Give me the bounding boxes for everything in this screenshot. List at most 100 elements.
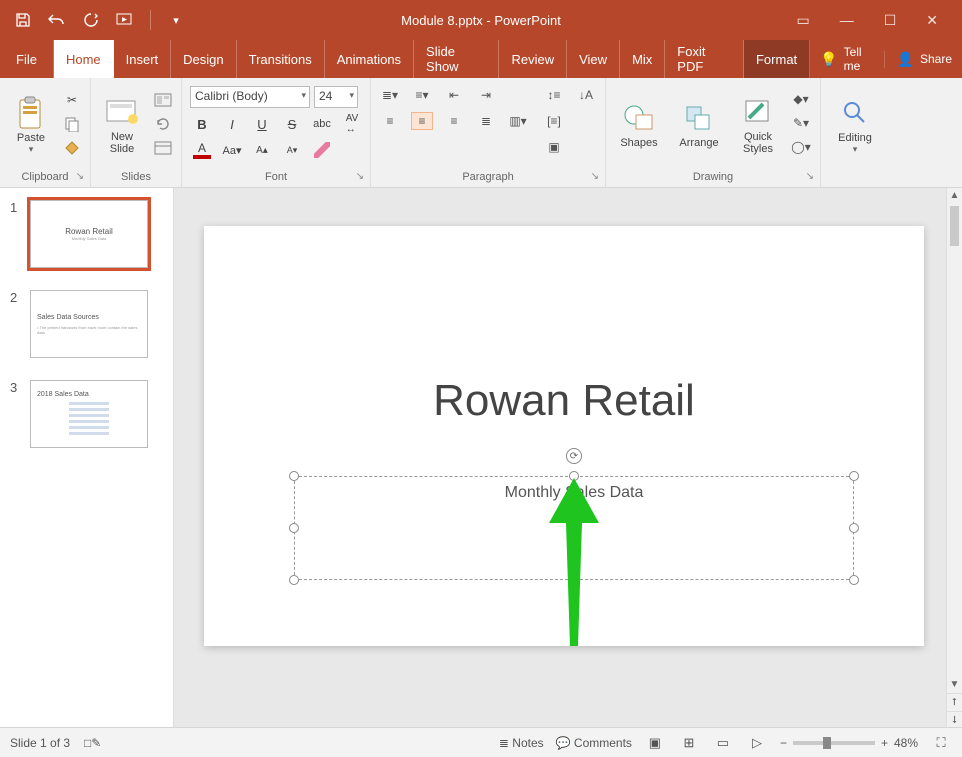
layout-icon[interactable]: [153, 92, 173, 108]
shapes-button[interactable]: Shapes: [614, 86, 664, 164]
slideshow-view-icon[interactable]: ▷: [746, 733, 768, 753]
align-text-button[interactable]: [≡]: [543, 112, 565, 130]
share-button[interactable]: 👤 Share: [884, 51, 952, 68]
slide-counter[interactable]: Slide 1 of 3: [10, 736, 70, 750]
character-spacing-button[interactable]: AV↔: [342, 114, 362, 134]
shape-fill-button[interactable]: ◆▾: [790, 90, 812, 108]
rotation-handle-icon[interactable]: ⟳: [566, 448, 582, 464]
align-right-button[interactable]: ≡: [443, 112, 465, 130]
notes-button[interactable]: ≣ Notes: [499, 736, 544, 750]
thumbnail-3[interactable]: 3 2018 Sales Data: [10, 380, 163, 448]
justify-button[interactable]: ≣: [475, 112, 497, 130]
tab-view[interactable]: View: [567, 40, 620, 78]
resize-handle[interactable]: [849, 575, 859, 585]
slide-title-text[interactable]: Rowan Retail: [204, 376, 924, 426]
bold-button[interactable]: B: [192, 114, 212, 134]
save-icon[interactable]: [14, 11, 32, 29]
vertical-scrollbar[interactable]: ▲ ▼ ⭡ ⭣: [946, 188, 962, 727]
change-case-button[interactable]: Aa▾: [222, 140, 242, 160]
tab-mix[interactable]: Mix: [620, 40, 665, 78]
scroll-down-icon[interactable]: ▼: [947, 677, 962, 693]
slide-edit-area[interactable]: Rowan Retail ⟳ Monthly Sales Data ▲ ▼: [174, 188, 962, 727]
thumb-slide[interactable]: 2018 Sales Data: [30, 380, 148, 448]
fit-to-window-icon[interactable]: ⛶: [930, 733, 952, 753]
scroll-thumb[interactable]: [950, 206, 959, 246]
quick-styles-button[interactable]: Quick Styles: [734, 86, 782, 164]
editing-button[interactable]: Editing ▾: [829, 86, 881, 164]
numbering-button[interactable]: ≡▾: [411, 86, 433, 104]
resize-handle[interactable]: [289, 523, 299, 533]
undo-icon[interactable]: [48, 11, 66, 29]
thumbnail-1[interactable]: 1 Rowan Retail Monthly Sales Data: [10, 200, 163, 268]
tab-insert[interactable]: Insert: [114, 40, 172, 78]
font-launcher-icon[interactable]: ↘: [356, 171, 364, 182]
decrease-indent-button[interactable]: ⇤: [443, 86, 465, 104]
font-color-button[interactable]: A: [192, 140, 212, 160]
format-painter-icon[interactable]: [62, 140, 82, 156]
paragraph-launcher-icon[interactable]: ↘: [591, 171, 599, 182]
section-icon[interactable]: [153, 140, 173, 156]
cut-icon[interactable]: ✂: [62, 92, 82, 108]
drawing-launcher-icon[interactable]: ↘: [806, 171, 814, 182]
tab-foxit[interactable]: Foxit PDF: [665, 40, 744, 78]
clear-formatting-button[interactable]: [312, 140, 332, 160]
close-icon[interactable]: ✕: [926, 12, 938, 29]
minimize-icon[interactable]: —: [840, 12, 854, 28]
zoom-slider[interactable]: [793, 741, 875, 745]
prev-slide-icon[interactable]: ⭡: [947, 693, 962, 711]
tab-slideshow[interactable]: Slide Show: [414, 40, 499, 78]
slide-thumbnail-panel[interactable]: 1 Rowan Retail Monthly Sales Data 2 Sale…: [0, 188, 174, 727]
resize-handle[interactable]: [849, 471, 859, 481]
italic-button[interactable]: I: [222, 114, 242, 134]
strikethrough-button[interactable]: S: [282, 114, 302, 134]
tell-me[interactable]: Tell me: [844, 45, 872, 73]
align-left-button[interactable]: ≡: [379, 112, 401, 130]
copy-icon[interactable]: [62, 116, 82, 132]
align-center-button[interactable]: ≡: [411, 112, 433, 130]
resize-handle[interactable]: [289, 575, 299, 585]
shape-effects-button[interactable]: ◯▾: [790, 138, 812, 156]
tab-home[interactable]: Home: [54, 40, 114, 78]
thumbnail-2[interactable]: 2 Sales Data Sources • The printed hando…: [10, 290, 163, 358]
tab-design[interactable]: Design: [171, 40, 236, 78]
paste-button[interactable]: Paste ▾: [8, 86, 54, 164]
new-slide-button[interactable]: New Slide: [99, 86, 145, 164]
decrease-font-button[interactable]: A▾: [282, 140, 302, 160]
smartart-button[interactable]: ▣: [543, 138, 565, 156]
scroll-up-icon[interactable]: ▲: [947, 188, 962, 204]
increase-indent-button[interactable]: ⇥: [475, 86, 497, 104]
tab-transitions[interactable]: Transitions: [237, 40, 325, 78]
thumb-slide[interactable]: Rowan Retail Monthly Sales Data: [30, 200, 148, 268]
zoom-in-icon[interactable]: +: [881, 736, 888, 750]
clipboard-launcher-icon[interactable]: ↘: [76, 171, 84, 182]
columns-button[interactable]: ▥▾: [507, 112, 529, 130]
zoom-out-icon[interactable]: −: [780, 736, 787, 750]
redo-icon[interactable]: [82, 11, 100, 29]
zoom-value[interactable]: 48%: [894, 736, 918, 750]
start-from-beginning-icon[interactable]: [116, 11, 134, 29]
comments-button[interactable]: 💬 Comments: [556, 736, 632, 750]
customize-qat-icon[interactable]: ▾: [167, 11, 185, 29]
shadow-button[interactable]: abc: [312, 114, 332, 134]
ribbon-display-options-icon[interactable]: ▭: [796, 12, 809, 29]
tab-file[interactable]: File: [0, 40, 54, 78]
tab-format[interactable]: Format: [744, 40, 810, 78]
maximize-icon[interactable]: ☐: [884, 12, 897, 29]
next-slide-icon[interactable]: ⭣: [947, 711, 962, 727]
font-size-select[interactable]: 24▾: [314, 86, 358, 108]
text-direction-button[interactable]: ↓A: [575, 86, 597, 104]
resize-handle[interactable]: [289, 471, 299, 481]
resize-handle[interactable]: [849, 523, 859, 533]
reading-view-icon[interactable]: ▭: [712, 733, 734, 753]
line-spacing-button[interactable]: ↕≡: [543, 86, 565, 104]
font-name-select[interactable]: Calibri (Body)▾: [190, 86, 310, 108]
bullets-button[interactable]: ≣▾: [379, 86, 401, 104]
normal-view-icon[interactable]: ▣: [644, 733, 666, 753]
zoom-control[interactable]: − + 48%: [780, 736, 918, 750]
underline-button[interactable]: U: [252, 114, 272, 134]
sorter-view-icon[interactable]: ⊞: [678, 733, 700, 753]
reset-icon[interactable]: [153, 116, 173, 132]
tab-animations[interactable]: Animations: [325, 40, 414, 78]
tab-review[interactable]: Review: [499, 40, 567, 78]
increase-font-button[interactable]: A▴: [252, 140, 272, 160]
